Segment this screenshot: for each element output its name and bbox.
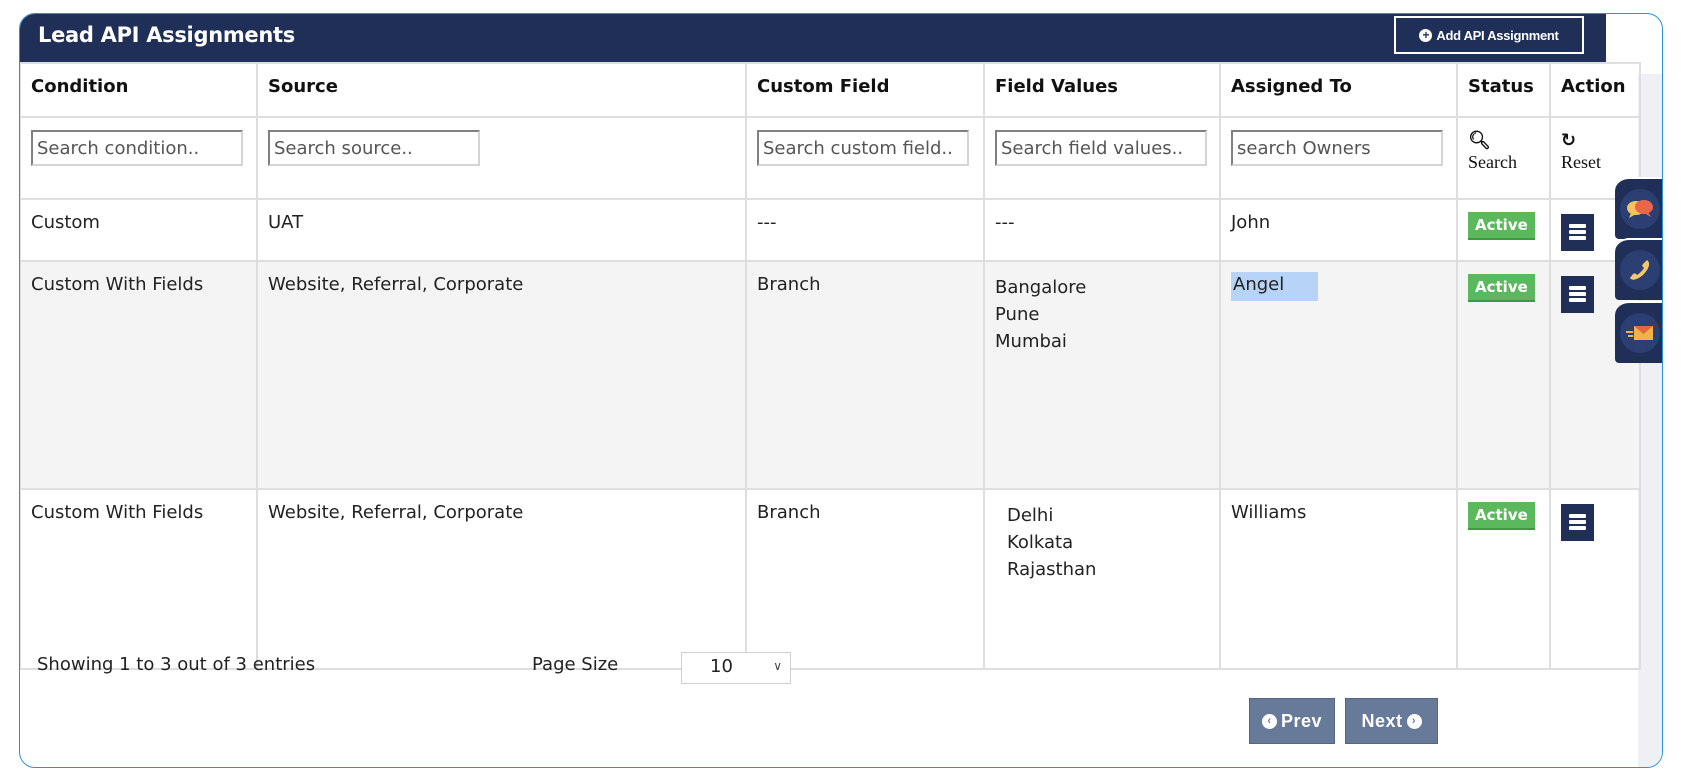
page-size-select[interactable]: 10 ∨ [681,652,791,684]
assignments-table: Condition Source Custom Field Field Valu… [20,62,1641,670]
phone-widget-button[interactable] [1615,238,1662,300]
refresh-icon: ↻ [1561,130,1577,151]
entries-summary: Showing 1 to 3 out of 3 entries [37,654,316,675]
search-button-label: Search [1468,152,1517,172]
cell-assigned-to: Angel [1219,260,1458,490]
row-action-button[interactable] [1561,275,1594,313]
prev-page-button[interactable]: ‹ Prev [1249,698,1335,744]
search-owners-input[interactable] [1231,130,1443,166]
cell-field-values: --- [983,198,1221,262]
filter-row: 🔍︎ Search ↻ Reset [20,116,1641,200]
cell-source: Website, Referral, Corporate [256,488,747,670]
column-header-action: Action [1549,62,1641,118]
field-value: Rajasthan [1007,559,1097,580]
phone-icon [1620,250,1660,290]
reset-button-label: Reset [1561,152,1601,172]
search-button[interactable]: 🔍︎ Search [1468,130,1539,173]
field-value: Delhi [1007,505,1054,526]
chevron-right-circle-icon: › [1406,713,1422,729]
cell-condition: Custom With Fields [20,488,258,670]
column-header-source[interactable]: Source [256,62,747,118]
add-api-assignment-label: Add API Assignment [1436,27,1559,43]
cell-condition: Custom With Fields [20,260,258,490]
column-header-assigned-to[interactable]: Assigned To [1219,62,1458,118]
cell-source: UAT [256,198,747,262]
server-list-icon [1569,286,1586,302]
column-header-field-values[interactable]: Field Values [983,62,1221,118]
cell-condition: Custom [20,198,258,262]
search-icon: 🔍︎ [1468,130,1491,151]
next-page-button[interactable]: Next › [1345,698,1438,744]
search-field-values-input[interactable] [995,130,1207,166]
plus-circle-icon: + [1419,28,1433,42]
row-action-button[interactable] [1561,213,1594,251]
table-row: Custom With Fields Website, Referral, Co… [20,260,1641,490]
chevron-down-icon: ∨ [773,659,782,673]
page-size-label: Page Size [532,654,619,675]
chevron-left-circle-icon: ‹ [1261,713,1277,729]
cell-assigned-to: Williams [1219,488,1458,670]
field-value: Kolkata [1007,532,1074,553]
cell-assigned-to: John [1219,198,1458,262]
cell-custom-field: Branch [745,488,985,670]
assigned-to-selected-text: Angel [1231,272,1319,301]
add-api-assignment-button[interactable]: + Add API Assignment [1392,14,1586,56]
table-row: Custom With Fields Website, Referral, Co… [20,488,1641,670]
lead-api-assignments-panel: Lead API Assignments + Add API Assignmen… [19,13,1663,768]
chat-bubbles-icon [1620,189,1660,229]
envelope-icon [1620,313,1660,353]
status-badge: Active [1468,502,1535,530]
column-header-condition[interactable]: Condition [20,62,258,118]
column-header-custom-field[interactable]: Custom Field [745,62,985,118]
cell-field-values: Bangalore Pune Mumbai [983,260,1221,490]
table-header-row: Condition Source Custom Field Field Valu… [20,62,1641,118]
search-custom-field-input[interactable] [757,130,969,166]
prev-label: Prev [1280,710,1323,731]
page-title: Lead API Assignments [38,23,295,47]
status-badge: Active [1468,212,1535,240]
cell-custom-field: Branch [745,260,985,490]
cell-custom-field: --- [745,198,985,262]
search-condition-input[interactable] [31,130,243,166]
reset-button[interactable]: ↻ Reset [1561,130,1629,173]
email-widget-button[interactable] [1615,301,1662,363]
search-source-input[interactable] [268,130,480,166]
field-value: Pune [995,304,1040,325]
next-label: Next [1361,710,1403,731]
server-list-icon [1569,224,1586,240]
cell-field-values: Delhi Kolkata Rajasthan [983,488,1221,670]
column-header-status[interactable]: Status [1456,62,1551,118]
field-value: Bangalore [995,277,1087,298]
chat-widget-button[interactable] [1615,177,1662,239]
table-row: Custom UAT --- --- John Active [20,198,1641,262]
server-list-icon [1569,514,1586,530]
row-action-button[interactable] [1561,503,1594,541]
field-value: Mumbai [995,331,1067,352]
status-badge: Active [1468,274,1535,302]
cell-source: Website, Referral, Corporate [256,260,747,490]
panel-header: Lead API Assignments + Add API Assignmen… [20,14,1606,63]
page-size-value: 10 [710,656,733,677]
